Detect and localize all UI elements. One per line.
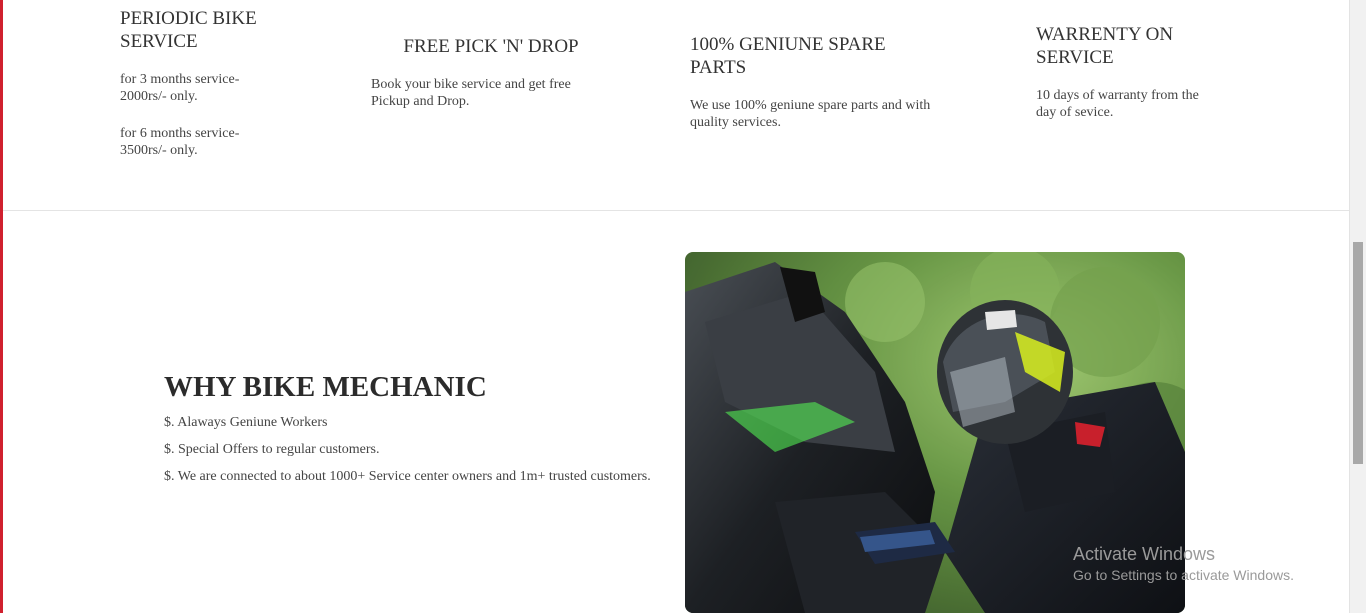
- why-section: WHY BIKE MECHANIC $. Alaways Geniune Wor…: [164, 370, 724, 485]
- why-list: $. Alaways Geniune Workers $. Special Of…: [164, 414, 724, 485]
- why-list-item: $. Special Offers to regular customers.: [164, 442, 380, 457]
- feature-warranty: WARRENTY ON SERVICE 10 days of warranty …: [1036, 23, 1236, 121]
- feature-text: for 3 months service-2000rs/- only.: [120, 72, 240, 104]
- feature-genuine-parts: 100% GENIUNE SPARE PARTS We use 100% gen…: [690, 33, 970, 131]
- scrollbar-thumb[interactable]: [1353, 242, 1363, 464]
- why-list-item: $. We are connected to about 1000+ Servi…: [164, 469, 651, 484]
- feature-text: Book your bike service and get free Pick…: [371, 77, 571, 109]
- feature-text: 10 days of warranty from the day of sevi…: [1036, 88, 1199, 120]
- section-divider: [3, 210, 1349, 211]
- windows-activation-watermark: Activate Windows Go to Settings to activ…: [1073, 543, 1294, 584]
- feature-text: We use 100% geniune spare parts and with…: [690, 98, 931, 130]
- watermark-subtitle: Go to Settings to activate Windows.: [1073, 567, 1294, 583]
- page-left-border: [0, 0, 3, 613]
- feature-title: WARRENTY ON SERVICE: [1036, 24, 1174, 68]
- feature-periodic-service: PERIODIC BIKE SERVICE for 3 months servi…: [120, 7, 340, 159]
- why-list-item: $. Alaways Geniune Workers: [164, 415, 328, 430]
- vertical-scrollbar[interactable]: [1349, 0, 1366, 613]
- feature-pick-drop: FREE PICK 'N' DROP Book your bike servic…: [371, 35, 631, 110]
- why-title: WHY BIKE MECHANIC: [164, 371, 487, 403]
- watermark-title: Activate Windows: [1073, 544, 1216, 564]
- feature-text: for 6 months service-3500rs/- only.: [120, 126, 240, 158]
- feature-title: 100% GENIUNE SPARE PARTS: [690, 34, 886, 78]
- feature-title: PERIODIC BIKE SERVICE: [120, 8, 257, 52]
- feature-title: FREE PICK 'N' DROP: [403, 36, 579, 57]
